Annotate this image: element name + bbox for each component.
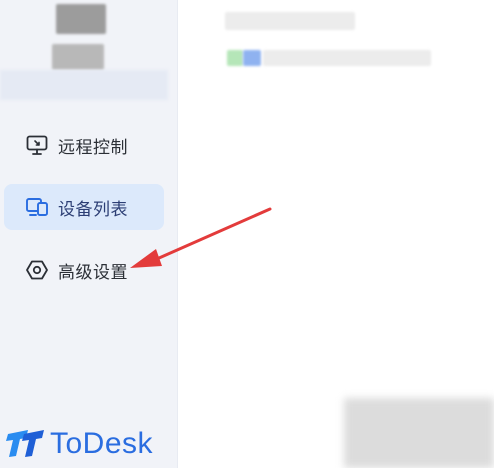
- sidebar-item-device-list[interactable]: 设备列表: [4, 184, 164, 230]
- status-badge-blue: [243, 50, 261, 66]
- sidebar-item-remote-control[interactable]: 远程控制: [4, 122, 164, 168]
- obscured-corner-graphic: [344, 398, 494, 468]
- obscured-profile-strip: [0, 70, 168, 100]
- obscured-user-id: [52, 44, 104, 70]
- sidebar-item-label: 设备列表: [58, 199, 128, 219]
- sidebar-item-label: 远程控制: [58, 137, 128, 157]
- obscured-device-info: [263, 50, 431, 66]
- todesk-logo-icon: [6, 426, 46, 462]
- sidebar-item-advanced-settings[interactable]: 高级设置: [4, 247, 164, 293]
- logo-text: ToDesk: [50, 427, 154, 460]
- sidebar: 远程控制 设备列表 高级设置 ToDesk: [0, 0, 178, 468]
- todesk-logo: ToDesk: [6, 424, 153, 464]
- device-list-icon: [24, 194, 50, 220]
- obscured-device-name: [225, 12, 355, 30]
- todesk-window: 远程控制 设备列表 高级设置 ToDesk: [0, 0, 494, 468]
- avatar: [56, 4, 106, 34]
- main-panel: [179, 0, 494, 468]
- remote-control-icon: [24, 132, 50, 158]
- advanced-settings-icon: [24, 257, 50, 283]
- status-badge-green: [227, 50, 243, 66]
- sidebar-item-label: 高级设置: [58, 262, 128, 282]
